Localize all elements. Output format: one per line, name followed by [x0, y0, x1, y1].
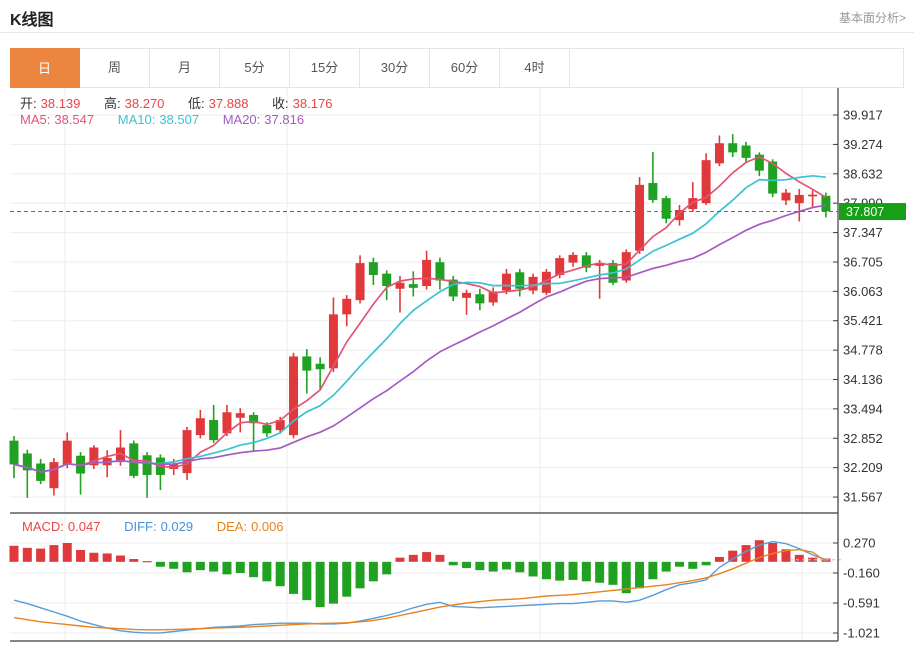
ma5-value: 38.547	[54, 112, 94, 127]
high-value: 38.270	[125, 96, 165, 111]
current-price-tag: 37.807	[839, 203, 906, 220]
y-axis-labels: 39.91739.27438.63237.99037.34736.70536.0…	[833, 108, 883, 641]
diff-line	[14, 542, 826, 633]
macd-bars-group	[10, 540, 831, 607]
kline-page: { "header": { "title": "K线图", "link_labe…	[0, 0, 914, 647]
open-value: 38.139	[41, 96, 81, 111]
macd-legend: MACD: 0.047 DIFF: 0.029 DEA: 0.006	[22, 519, 288, 534]
svg-text:0.270: 0.270	[843, 536, 876, 551]
svg-text:37.347: 37.347	[843, 225, 883, 240]
ma20-line	[14, 205, 826, 472]
dea-label: DEA:	[217, 519, 247, 534]
ma10-line	[14, 176, 826, 472]
open-label: 开:	[20, 96, 37, 111]
svg-text:35.421: 35.421	[843, 313, 883, 328]
close-label: 收:	[272, 96, 289, 111]
svg-text:34.778: 34.778	[843, 343, 883, 358]
high-label: 高:	[104, 96, 121, 111]
diff-label: DIFF:	[124, 519, 157, 534]
diff-value: 0.029	[161, 519, 194, 534]
ma-legend: MA5: 38.547 MA10:38.507 MA20:37.816	[20, 112, 308, 127]
ohlc-legend: 开: 38.139 高: 38.270 低: 37.888 收: 38.176	[20, 93, 336, 112]
svg-text:36.063: 36.063	[843, 284, 883, 299]
ma20-value: 37.816	[264, 112, 304, 127]
low-value: 37.888	[209, 96, 249, 111]
svg-text:-1.021: -1.021	[843, 625, 880, 640]
candles-group	[10, 134, 831, 498]
low-label: 低:	[188, 96, 205, 111]
svg-text:32.209: 32.209	[843, 460, 883, 475]
svg-text:33.494: 33.494	[843, 401, 883, 416]
svg-text:31.567: 31.567	[843, 490, 883, 505]
dea-value: 0.006	[251, 519, 284, 534]
ma5-line	[14, 157, 826, 472]
svg-text:-0.160: -0.160	[843, 565, 880, 580]
svg-text:39.274: 39.274	[843, 137, 883, 152]
svg-text:37.807: 37.807	[846, 205, 884, 219]
ma10-label: MA10:	[118, 112, 156, 127]
macd-label: MACD:	[22, 519, 64, 534]
svg-text:-0.591: -0.591	[843, 596, 880, 611]
ma5-label: MA5:	[20, 112, 50, 127]
close-value: 38.176	[293, 96, 333, 111]
svg-text:38.632: 38.632	[843, 166, 883, 181]
svg-text:39.917: 39.917	[843, 108, 883, 123]
macd-value: 0.047	[68, 519, 101, 534]
svg-text:34.136: 34.136	[843, 372, 883, 387]
svg-text:32.852: 32.852	[843, 431, 883, 446]
ma10-value: 38.507	[159, 112, 199, 127]
ma20-label: MA20:	[223, 112, 261, 127]
svg-text:36.705: 36.705	[843, 254, 883, 269]
